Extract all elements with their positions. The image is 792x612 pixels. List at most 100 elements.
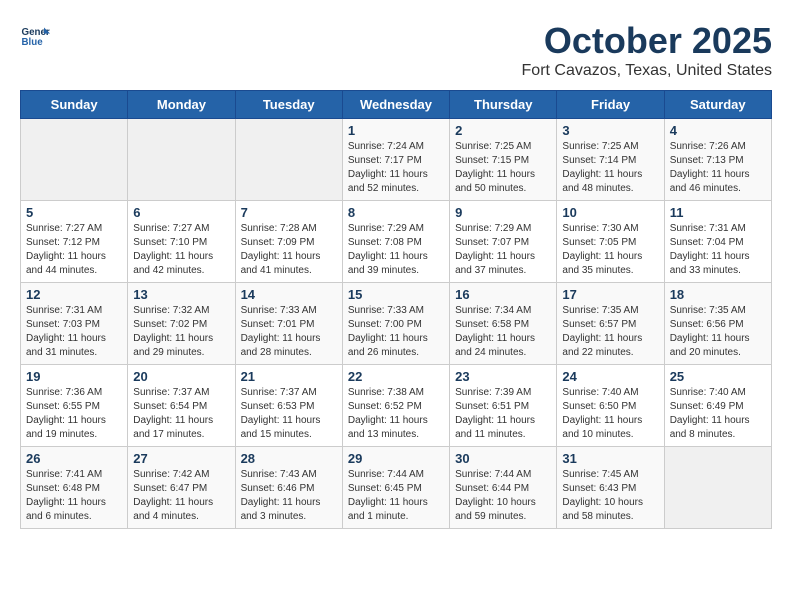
day-number: 17 (562, 287, 658, 302)
svg-text:Blue: Blue (22, 37, 44, 48)
day-cell-23: 23 Sunrise: 7:39 AM Sunset: 6:51 PM Dayli… (450, 365, 557, 447)
day-number: 1 (348, 123, 444, 138)
day-cell-25: 25 Sunrise: 7:40 AM Sunset: 6:49 PM Dayli… (664, 365, 771, 447)
calendar-title: October 2025 (522, 20, 772, 62)
day-info: Sunrise: 7:41 AM Sunset: 6:48 PM Dayligh… (26, 468, 122, 524)
day-cell-21: 21 Sunrise: 7:37 AM Sunset: 6:53 PM Dayli… (235, 365, 342, 447)
day-info: Sunrise: 7:43 AM Sunset: 6:46 PM Dayligh… (241, 468, 337, 524)
day-info: Sunrise: 7:33 AM Sunset: 7:00 PM Dayligh… (348, 304, 444, 360)
day-cell-4: 4Sunrise: 7:26 AM Sunset: 7:13 PM Daylig… (664, 119, 771, 201)
logo-icon: General Blue (20, 20, 50, 50)
week-row-4: 19 Sunrise: 7:36 AM Sunset: 6:55 PM Dayli… (21, 365, 772, 447)
day-number: 27 (133, 451, 229, 466)
weekday-header-thursday: Thursday (450, 91, 557, 119)
day-number: 5 (26, 205, 122, 220)
day-info: Sunrise: 7:33 AM Sunset: 7:01 PM Dayligh… (241, 304, 337, 360)
day-number: 29 (348, 451, 444, 466)
day-cell-2: 2 Sunrise: 7:25 AM Sunset: 7:15 PM Daylig… (450, 119, 557, 201)
day-cell-6: 6 Sunrise: 7:27 AM Sunset: 7:10 PM Daylig… (128, 201, 235, 283)
day-cell-29: 29Sunrise: 7:44 AM Sunset: 6:45 PM Dayli… (342, 447, 449, 529)
day-number: 13 (133, 287, 229, 302)
title-block: October 2025 Fort Cavazos, Texas, United… (522, 20, 772, 80)
empty-cell (128, 119, 235, 201)
day-info: Sunrise: 7:45 AM Sunset: 6:43 PM Dayligh… (562, 468, 658, 524)
day-cell-30: 30 Sunrise: 7:44 AM Sunset: 6:44 PM Dayli… (450, 447, 557, 529)
day-number: 20 (133, 369, 229, 384)
day-number: 10 (562, 205, 658, 220)
day-cell-9: 9Sunrise: 7:29 AM Sunset: 7:07 PM Daylig… (450, 201, 557, 283)
day-cell-26: 26 Sunrise: 7:41 AM Sunset: 6:48 PM Dayli… (21, 447, 128, 529)
page-header: General Blue October 2025 Fort Cavazos, … (20, 20, 772, 80)
day-info: Sunrise: 7:27 AM Sunset: 7:10 PM Dayligh… (133, 222, 229, 278)
day-number: 8 (348, 205, 444, 220)
week-row-3: 12 Sunrise: 7:31 AM Sunset: 7:03 PM Dayli… (21, 283, 772, 365)
week-row-1: 1 Sunrise: 7:24 AM Sunset: 7:17 PM Daylig… (21, 119, 772, 201)
weekday-header-friday: Friday (557, 91, 664, 119)
weekday-header-monday: Monday (128, 91, 235, 119)
day-number: 16 (455, 287, 551, 302)
day-cell-31: 31 Sunrise: 7:45 AM Sunset: 6:43 PM Dayli… (557, 447, 664, 529)
day-cell-20: 20 Sunrise: 7:37 AM Sunset: 6:54 PM Dayli… (128, 365, 235, 447)
day-cell-1: 1 Sunrise: 7:24 AM Sunset: 7:17 PM Daylig… (342, 119, 449, 201)
weekday-header-row: SundayMondayTuesdayWednesdayThursdayFrid… (21, 91, 772, 119)
logo: General Blue (20, 20, 50, 50)
day-number: 24 (562, 369, 658, 384)
day-info: Sunrise: 7:39 AM Sunset: 6:51 PM Dayligh… (455, 386, 551, 442)
empty-cell (664, 447, 771, 529)
day-number: 22 (348, 369, 444, 384)
day-info: Sunrise: 7:37 AM Sunset: 6:53 PM Dayligh… (241, 386, 337, 442)
day-info: Sunrise: 7:24 AM Sunset: 7:17 PM Dayligh… (348, 140, 444, 196)
day-info: Sunrise: 7:35 AM Sunset: 6:57 PM Dayligh… (562, 304, 658, 360)
day-cell-10: 10Sunrise: 7:30 AM Sunset: 7:05 PM Dayli… (557, 201, 664, 283)
day-number: 15 (348, 287, 444, 302)
day-info: Sunrise: 7:25 AM Sunset: 7:15 PM Dayligh… (455, 140, 551, 196)
day-number: 23 (455, 369, 551, 384)
day-cell-11: 11 Sunrise: 7:31 AM Sunset: 7:04 PM Dayli… (664, 201, 771, 283)
weekday-header-sunday: Sunday (21, 91, 128, 119)
day-cell-3: 3Sunrise: 7:25 AM Sunset: 7:14 PM Daylig… (557, 119, 664, 201)
day-number: 21 (241, 369, 337, 384)
day-info: Sunrise: 7:37 AM Sunset: 6:54 PM Dayligh… (133, 386, 229, 442)
day-info: Sunrise: 7:35 AM Sunset: 6:56 PM Dayligh… (670, 304, 766, 360)
day-cell-17: 17 Sunrise: 7:35 AM Sunset: 6:57 PM Dayli… (557, 283, 664, 365)
day-info: Sunrise: 7:31 AM Sunset: 7:03 PM Dayligh… (26, 304, 122, 360)
day-number: 26 (26, 451, 122, 466)
day-info: Sunrise: 7:34 AM Sunset: 6:58 PM Dayligh… (455, 304, 551, 360)
day-info: Sunrise: 7:38 AM Sunset: 6:52 PM Dayligh… (348, 386, 444, 442)
day-info: Sunrise: 7:32 AM Sunset: 7:02 PM Dayligh… (133, 304, 229, 360)
day-cell-7: 7Sunrise: 7:28 AM Sunset: 7:09 PM Daylig… (235, 201, 342, 283)
day-cell-24: 24Sunrise: 7:40 AM Sunset: 6:50 PM Dayli… (557, 365, 664, 447)
day-info: Sunrise: 7:31 AM Sunset: 7:04 PM Dayligh… (670, 222, 766, 278)
day-info: Sunrise: 7:42 AM Sunset: 6:47 PM Dayligh… (133, 468, 229, 524)
day-cell-19: 19 Sunrise: 7:36 AM Sunset: 6:55 PM Dayli… (21, 365, 128, 447)
day-number: 18 (670, 287, 766, 302)
day-number: 3 (562, 123, 658, 138)
day-cell-15: 15 Sunrise: 7:33 AM Sunset: 7:00 PM Dayli… (342, 283, 449, 365)
day-number: 11 (670, 205, 766, 220)
weekday-header-wednesday: Wednesday (342, 91, 449, 119)
empty-cell (21, 119, 128, 201)
day-info: Sunrise: 7:40 AM Sunset: 6:49 PM Dayligh… (670, 386, 766, 442)
day-cell-5: 5Sunrise: 7:27 AM Sunset: 7:12 PM Daylig… (21, 201, 128, 283)
day-cell-18: 18 Sunrise: 7:35 AM Sunset: 6:56 PM Dayli… (664, 283, 771, 365)
week-row-5: 26 Sunrise: 7:41 AM Sunset: 6:48 PM Dayli… (21, 447, 772, 529)
day-number: 2 (455, 123, 551, 138)
day-info: Sunrise: 7:44 AM Sunset: 6:44 PM Dayligh… (455, 468, 551, 524)
day-number: 31 (562, 451, 658, 466)
day-number: 9 (455, 205, 551, 220)
day-info: Sunrise: 7:36 AM Sunset: 6:55 PM Dayligh… (26, 386, 122, 442)
day-cell-16: 16 Sunrise: 7:34 AM Sunset: 6:58 PM Dayli… (450, 283, 557, 365)
day-number: 28 (241, 451, 337, 466)
day-cell-27: 27 Sunrise: 7:42 AM Sunset: 6:47 PM Dayli… (128, 447, 235, 529)
day-number: 25 (670, 369, 766, 384)
day-cell-13: 13 Sunrise: 7:32 AM Sunset: 7:02 PM Dayli… (128, 283, 235, 365)
day-number: 6 (133, 205, 229, 220)
day-number: 19 (26, 369, 122, 384)
calendar-subtitle: Fort Cavazos, Texas, United States (522, 62, 772, 80)
day-number: 12 (26, 287, 122, 302)
day-number: 30 (455, 451, 551, 466)
day-info: Sunrise: 7:28 AM Sunset: 7:09 PM Dayligh… (241, 222, 337, 278)
day-number: 4 (670, 123, 766, 138)
day-cell-12: 12 Sunrise: 7:31 AM Sunset: 7:03 PM Dayli… (21, 283, 128, 365)
empty-cell (235, 119, 342, 201)
